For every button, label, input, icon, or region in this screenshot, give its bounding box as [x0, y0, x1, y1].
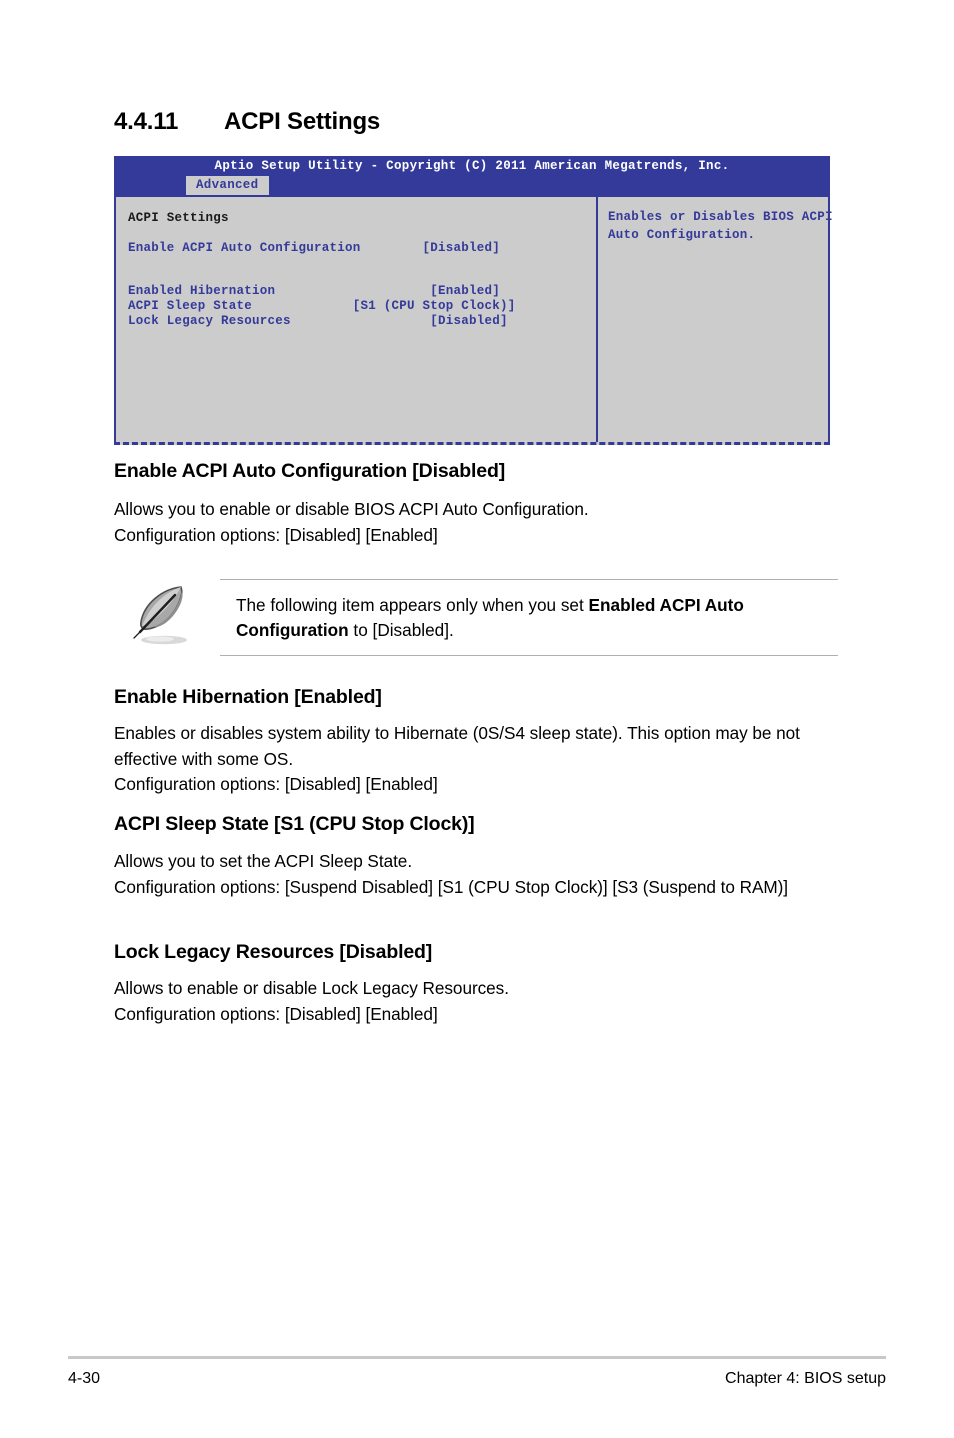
bios-body: ACPI Settings Enable ACPI Auto Configura… — [114, 195, 833, 445]
subheading-acpi-sleep-state: ACPI Sleep State [S1 (CPU Stop Clock)] — [114, 813, 475, 835]
subheading-enable-hibernation: Enable Hibernation [Enabled] — [114, 686, 382, 708]
bios-row-acpi-sleep-state[interactable]: ACPI Sleep State [S1 (CPU Stop Clock)] — [128, 299, 596, 314]
footer-divider — [68, 1356, 886, 1359]
bios-help-pane: Enables or Disables BIOS ACPI Auto Confi… — [598, 197, 833, 442]
note-text-part2: to [Disabled]. — [348, 620, 454, 640]
body-enable-acpi-auto-configuration: Allows you to enable or disable BIOS ACP… — [114, 497, 838, 548]
bios-row-enabled-hibernation[interactable]: Enabled Hibernation [Enabled] — [128, 284, 596, 299]
bios-row-lock-legacy-resources[interactable]: Lock Legacy Resources [Disabled] — [128, 314, 596, 329]
section-title: ACPI Settings — [224, 108, 381, 135]
note-text-part1: The following item appears only when you… — [236, 595, 589, 615]
body-line: Allows to enable or disable Lock Legacy … — [114, 978, 509, 998]
body-lock-legacy-resources: Allows to enable or disable Lock Legacy … — [114, 976, 838, 1027]
body-line: Configuration options: [Disabled] [Enabl… — [114, 774, 438, 794]
bios-help-line-2: Auto Configuration. — [608, 228, 756, 242]
body-line: Enables or disables system ability to Hi… — [114, 723, 800, 769]
body-line: Configuration options: [Suspend Disabled… — [114, 876, 789, 897]
note-body: The following item appears only when you… — [220, 579, 838, 656]
body-line: Allows you to set the ACPI Sleep State. — [114, 851, 413, 871]
footer-chapter: Chapter 4: BIOS setup — [725, 1370, 886, 1387]
quill-pen-icon — [124, 578, 196, 650]
body-acpi-sleep-state: Allows you to set the ACPI Sleep State. … — [114, 849, 838, 900]
bios-group-title: ACPI Settings — [128, 211, 229, 225]
document-page: 4.4.11 ACPI Settings Aptio Setup Utility… — [0, 0, 954, 1438]
bios-titlebar: Aptio Setup Utility - Copyright (C) 2011… — [114, 156, 830, 176]
note-text: The following item appears only when you… — [236, 593, 838, 643]
bios-tabbar: Advanced — [114, 176, 830, 195]
page-title: 4.4.11 ACPI Settings — [114, 108, 380, 136]
section-number: 4.4.11 — [114, 108, 179, 135]
body-line: Configuration options: [Disabled] [Enabl… — [114, 1003, 438, 1024]
bios-screenshot-figure: Aptio Setup Utility - Copyright (C) 2011… — [114, 156, 833, 445]
body-line: Allows you to enable or disable BIOS ACP… — [114, 499, 589, 519]
body-line: Configuration options: [Disabled] [Enabl… — [114, 524, 438, 545]
bios-settings-pane: ACPI Settings Enable ACPI Auto Configura… — [116, 197, 598, 442]
subheading-lock-legacy-resources: Lock Legacy Resources [Disabled] — [114, 941, 433, 963]
note-callout: The following item appears only when you… — [124, 578, 838, 656]
subheading-enable-acpi-auto-configuration: Enable ACPI Auto Configuration [Disabled… — [114, 460, 506, 482]
footer-page-number: 4-30 — [68, 1370, 101, 1387]
bios-row-enable-acpi-auto-configuration[interactable]: Enable ACPI Auto Configuration [Disabled… — [128, 241, 596, 256]
tab-advanced[interactable]: Advanced — [186, 176, 270, 195]
body-enable-hibernation: Enables or disables system ability to Hi… — [114, 721, 838, 798]
bios-help-line-1: Enables or Disables BIOS ACPI — [608, 210, 833, 224]
